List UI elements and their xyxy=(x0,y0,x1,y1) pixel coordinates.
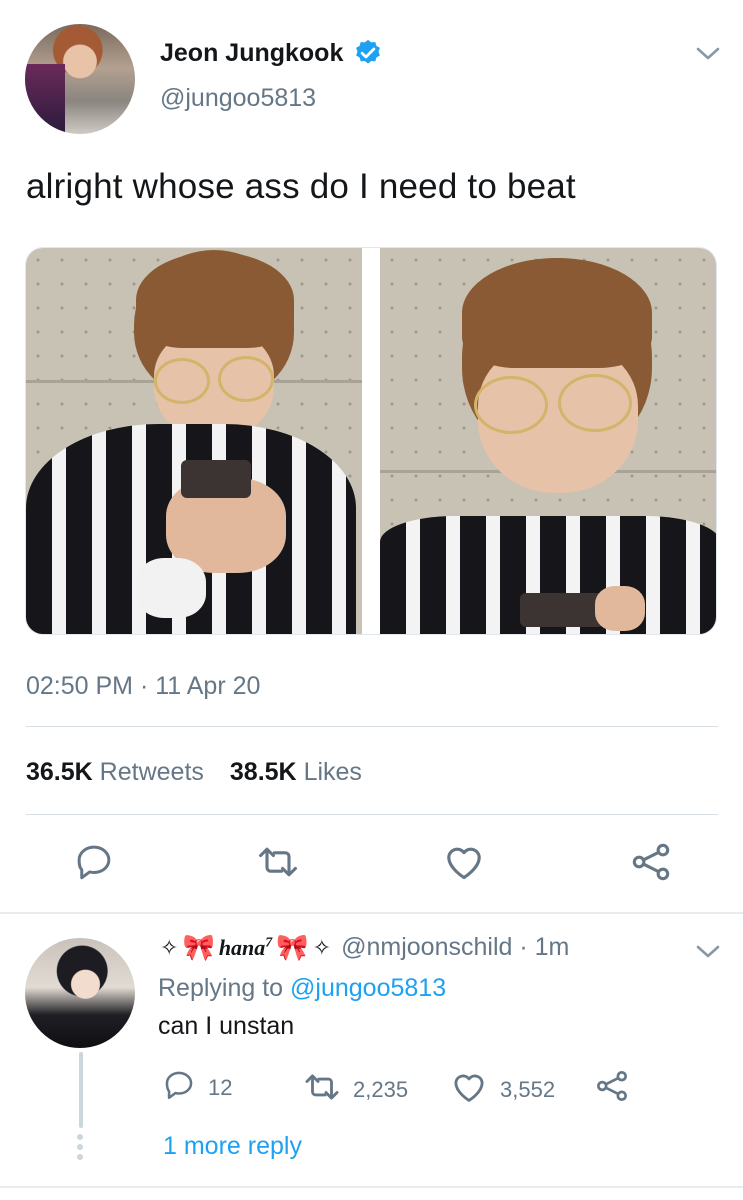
author-name-row: Jeon Jungkook xyxy=(160,38,383,68)
reply-like-button[interactable]: 3,552 xyxy=(450,1068,555,1112)
reply-action-bar: 12 2,235 3,552 xyxy=(0,1068,743,1104)
author-avatar[interactable] xyxy=(25,24,135,134)
reply-author-handle-time[interactable]: @nmjoonschild · 1m xyxy=(341,933,569,962)
bottom-divider xyxy=(0,1186,743,1188)
thread-connector-dots xyxy=(77,1134,85,1160)
retweet-count: 2,235 xyxy=(353,1077,409,1102)
retweet-icon xyxy=(303,1068,341,1112)
likes-stat[interactable]: 38.5K Likes xyxy=(230,758,362,787)
reply-reply-button[interactable]: 12 xyxy=(162,1068,232,1108)
like-button[interactable] xyxy=(440,840,488,888)
retweet-button[interactable] xyxy=(254,840,302,888)
thread-divider xyxy=(0,912,743,914)
author-name[interactable]: Jeon Jungkook xyxy=(160,39,343,68)
reply-author-avatar[interactable] xyxy=(25,938,135,1048)
likes-label: Likes xyxy=(303,758,362,786)
tweet-stats: 36.5K Retweets 38.5K Likes xyxy=(26,758,362,787)
chevron-down-icon[interactable] xyxy=(695,46,721,62)
retweets-count: 36.5K xyxy=(26,758,93,786)
verified-badge-icon xyxy=(353,38,383,68)
reply-button[interactable] xyxy=(70,840,118,888)
retweets-stat[interactable]: 36.5K Retweets xyxy=(26,758,204,787)
tweet-photo-2[interactable] xyxy=(380,248,716,634)
chevron-down-icon[interactable] xyxy=(695,944,721,960)
reply-icon xyxy=(162,1068,196,1108)
divider xyxy=(26,726,718,727)
tweet-timestamp[interactable]: 02:50 PM · 11 Apr 20 xyxy=(26,672,260,701)
replying-to: Replying to @jungoo5813 xyxy=(158,974,446,1003)
like-icon xyxy=(450,1068,488,1112)
tweet-media[interactable] xyxy=(25,247,717,635)
reply-icon xyxy=(73,841,115,888)
reply-header: ✧ 🎀 hana7 🎀 ✧ @nmjoonschild · 1m xyxy=(160,932,569,963)
retweets-label: Retweets xyxy=(99,758,204,786)
tweet-photo-1[interactable] xyxy=(26,248,362,634)
likes-count: 38.5K xyxy=(229,758,297,786)
retweet-icon xyxy=(256,840,300,889)
reply-author-name-text: hana xyxy=(218,934,266,960)
tweet-action-bar xyxy=(0,840,743,888)
like-count: 3,552 xyxy=(500,1077,556,1102)
sparkle-icon: ✧ xyxy=(312,934,332,960)
reply-share-button[interactable] xyxy=(594,1068,630,1110)
author-handle[interactable]: @jungoo5813 xyxy=(160,84,316,113)
reply-retweet-button[interactable]: 2,235 xyxy=(303,1068,408,1112)
like-icon xyxy=(442,840,486,889)
share-icon xyxy=(629,840,673,889)
bow-icon: 🎀 xyxy=(182,932,215,962)
bow-icon: 🎀 xyxy=(276,932,309,962)
reply-author-name-sup: 7 xyxy=(265,935,273,951)
tweet-text: alright whose ass do I need to beat xyxy=(26,167,576,206)
reply-count: 12 xyxy=(208,1075,233,1100)
reply-author-name[interactable]: hana7 xyxy=(219,935,272,961)
share-icon xyxy=(594,1068,630,1110)
reply-text: can I unstan xyxy=(158,1012,295,1040)
divider xyxy=(26,814,718,815)
share-button[interactable] xyxy=(627,840,675,888)
more-replies-link[interactable]: 1 more reply xyxy=(163,1132,302,1161)
replying-to-prefix: Replying to xyxy=(158,974,291,1002)
replying-to-mention[interactable]: @jungoo5813 xyxy=(290,974,446,1002)
sparkle-icon: ✧ xyxy=(160,934,179,960)
